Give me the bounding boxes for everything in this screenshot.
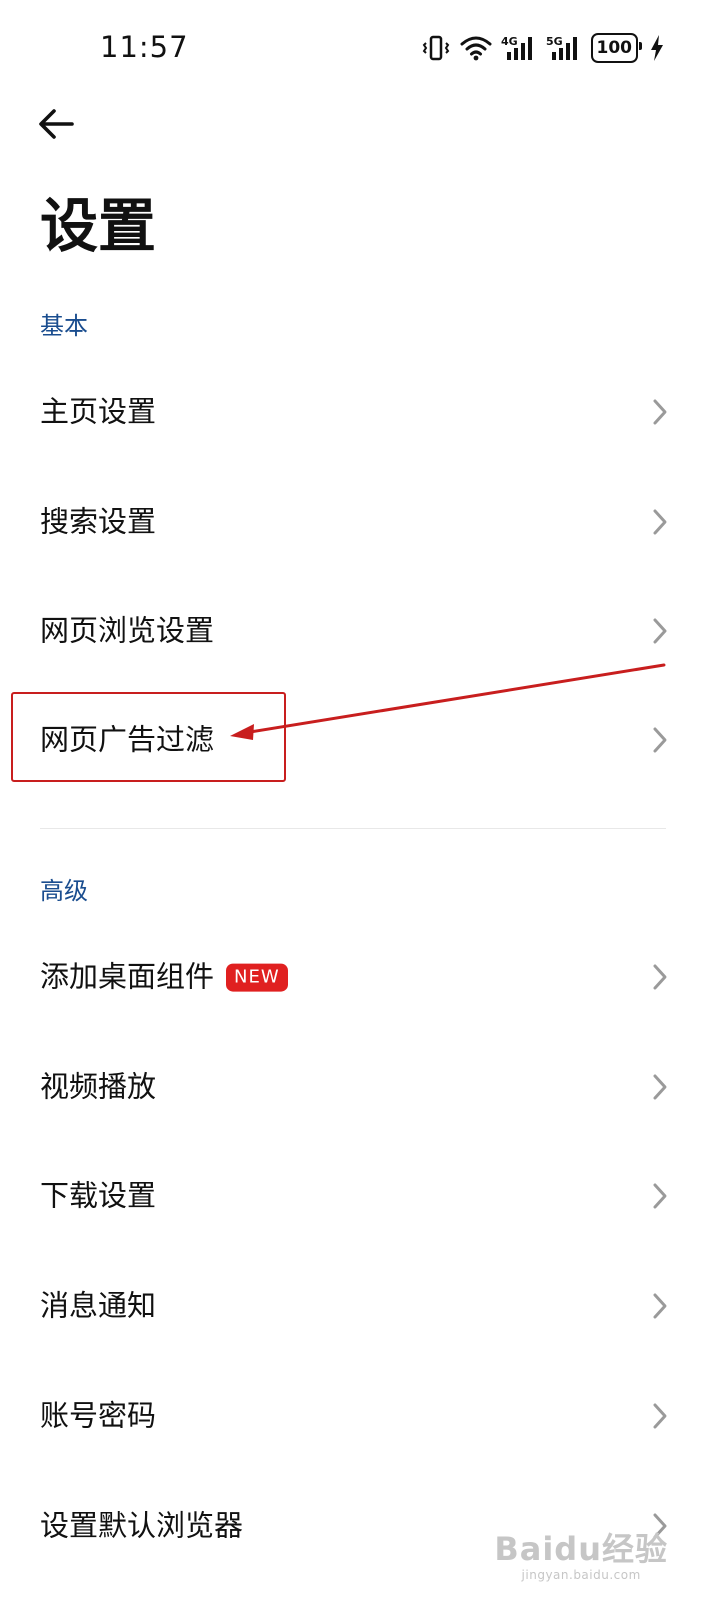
svg-text:4G: 4G	[501, 35, 518, 48]
menu-item-label: 下载设置	[40, 1178, 157, 1213]
battery-level: 100	[596, 37, 633, 58]
vibrate-icon	[421, 35, 451, 61]
menu-item-label: 网页广告过滤	[40, 722, 215, 757]
menu-item-label: 设置默认浏览器	[40, 1508, 244, 1543]
menu-item-label: 网页浏览设置	[40, 613, 215, 648]
signal-4g-icon: 4G	[501, 34, 537, 62]
menu-item-notifications[interactable]: 消息通知	[0, 1256, 720, 1356]
menu-item-download-settings[interactable]: 下载设置	[0, 1146, 720, 1246]
wifi-icon	[460, 35, 492, 61]
back-button[interactable]	[32, 100, 80, 148]
menu-item-ad-filter[interactable]: 网页广告过滤	[0, 690, 720, 790]
status-icons: 4G 5G 100	[421, 32, 665, 64]
battery-icon: 100	[590, 33, 642, 63]
status-bar: 11:57 4G 5G 100	[0, 0, 720, 96]
section-header-basic: 基本	[40, 312, 88, 340]
menu-item-search-settings[interactable]: 搜索设置	[0, 472, 720, 572]
chevron-right-icon	[653, 727, 667, 753]
menu-item-video-playback[interactable]: 视频播放	[0, 1037, 720, 1137]
menu-item-label: 主页设置	[40, 394, 157, 429]
settings-screen: 11:57 4G 5G 100 设置 基本 主页设置 搜索设置 网页浏览设置 网…	[0, 0, 720, 1600]
chevron-right-icon	[653, 964, 667, 990]
chevron-right-icon	[653, 1513, 667, 1539]
menu-item-add-widget[interactable]: 添加桌面组件 NEW	[0, 927, 720, 1027]
chevron-right-icon	[653, 1183, 667, 1209]
chevron-right-icon	[653, 1403, 667, 1429]
chevron-right-icon	[653, 509, 667, 535]
status-time: 11:57	[100, 30, 189, 64]
menu-item-label: 视频播放	[40, 1069, 157, 1104]
menu-item-label: 账号密码	[40, 1398, 157, 1433]
menu-item-label: 搜索设置	[40, 504, 157, 539]
section-divider	[40, 828, 666, 829]
chevron-right-icon	[653, 1074, 667, 1100]
menu-item-label: 消息通知	[40, 1288, 157, 1323]
menu-item-label: 添加桌面组件	[40, 959, 215, 994]
chevron-right-icon	[653, 1293, 667, 1319]
menu-item-label-wrapper: 添加桌面组件 NEW	[40, 960, 288, 995]
back-arrow-icon	[39, 109, 74, 139]
svg-text:5G: 5G	[546, 35, 563, 48]
menu-item-account-password[interactable]: 账号密码	[0, 1366, 720, 1466]
charging-bolt-icon	[650, 35, 664, 61]
menu-item-browsing-settings[interactable]: 网页浏览设置	[0, 581, 720, 681]
menu-item-homepage-settings[interactable]: 主页设置	[0, 362, 720, 462]
menu-item-default-browser[interactable]: 设置默认浏览器	[0, 1476, 720, 1576]
section-header-advanced: 高级	[40, 877, 88, 905]
signal-5g-icon: 5G	[546, 34, 582, 62]
chevron-right-icon	[653, 399, 667, 425]
chevron-right-icon	[653, 618, 667, 644]
page-title: 设置	[40, 192, 157, 260]
new-badge: NEW	[226, 963, 288, 992]
